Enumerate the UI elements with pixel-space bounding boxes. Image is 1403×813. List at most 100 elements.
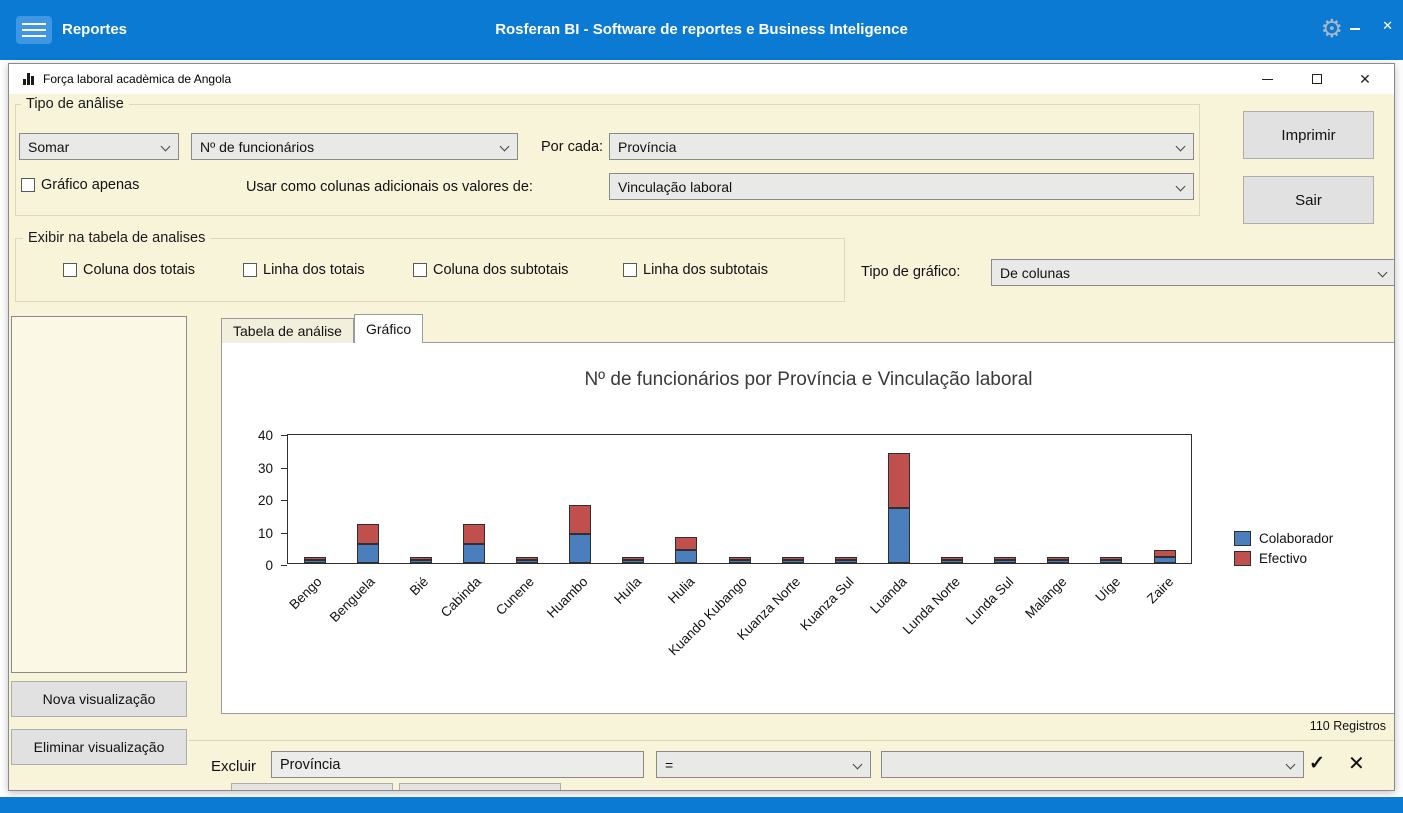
legend-label: Colaborador [1259,531,1334,546]
extra-columns-label: Usar como colunas adicionais os valores … [246,179,533,195]
chart-type-value: De colunas [1000,264,1071,281]
checkbox-input[interactable] [623,263,637,277]
y-axis: 0 10 20 30 40 [222,428,287,573]
checkbox-input[interactable] [413,263,427,277]
per-label: Por cada: [541,139,604,155]
extra-columns-select[interactable]: Vinculação laboral [609,173,1194,200]
delete-visualization-button[interactable]: Eliminar visualização [11,729,187,765]
x-label-slot: Kuanza Sul [797,566,872,686]
print-button[interactable]: Imprimir [1243,111,1374,159]
bar-segment-colaborador [941,559,964,563]
bar-group [1138,435,1191,563]
minimize-icon [1350,28,1360,30]
visualization-list[interactable] [11,316,187,673]
chevron-down-icon [1175,181,1186,192]
bar-group [447,435,500,563]
bar-segment-colaborador [303,559,326,563]
bar-segment-colaborador [462,543,485,563]
new-visualization-button[interactable]: Nova visualização [11,681,187,717]
checkbox-input[interactable] [63,263,77,277]
x-label-slot: Zaire [1139,566,1192,686]
filter-confirm-icon[interactable]: ✓ [1309,752,1325,775]
chevron-down-icon [499,141,510,152]
bar-segment-colaborador [834,559,857,563]
tab-strip: Tabela de análise Gráfico [221,314,424,343]
filter-field-input[interactable] [271,751,644,778]
checkbox-linha-totais[interactable]: Linha dos totais [243,262,365,278]
window-title: Força laboral acadèmica de Angola [43,72,232,86]
app-title: Rosferan BI - Software de reportes e Bus… [495,21,908,38]
tab-grafico[interactable]: Gráfico [353,314,424,343]
measure-select[interactable]: Nº de funcionários [191,133,518,160]
hamburger-icon [22,29,46,31]
chart-only-checkbox[interactable]: Gráfico apenas [21,177,139,193]
chart-only-checkbox-input[interactable] [21,178,35,192]
x-label-slot: Huíla [606,566,659,686]
x-axis-labels: Bengo Benguela Bié Cabinda Cunene Huambo Huíla… [286,566,1192,686]
x-label-slot: Benguela [327,566,393,686]
tab-tabela-de-analise[interactable]: Tabela de análise [221,318,354,343]
chart-type-select[interactable]: De colunas [991,259,1394,286]
x-axis-label: Bengo [286,574,325,613]
x-axis-label: Hulia [664,574,697,607]
legend-swatch [1234,551,1251,566]
bar-segment-efectivo [356,524,379,544]
x-axis-label: Cunene [493,574,538,619]
x-label-slot: Uíge [1086,566,1139,686]
bar-segment-efectivo [462,524,485,544]
app-close-button[interactable]: ✕ [1382,18,1393,34]
bar-group [607,435,660,563]
app-titlebar: Reportes Rosferan BI - Software de repor… [0,0,1403,60]
clipped-control [231,783,393,790]
checkbox-label: Coluna dos totais [83,262,196,278]
bar-group [394,435,447,563]
x-label-slot: Cunene [493,566,553,686]
bar-segment-efectivo [675,537,698,550]
chevron-down-icon [1285,759,1296,770]
bar-segment-colaborador [622,559,645,563]
bar-segment-colaborador [569,533,592,563]
bar-segment-efectivo [569,504,592,534]
hamburger-icon [22,35,46,37]
gear-icon[interactable]: ⚙ [1321,14,1343,44]
y-tick-label: 10 [257,525,273,541]
checkbox-coluna-totais[interactable]: Coluna dos totais [63,262,195,278]
operation-value: Somar [28,138,70,155]
y-tick-label: 30 [257,460,273,476]
window-close-button[interactable]: ✕ [1344,64,1386,94]
filter-cancel-icon[interactable]: ✕ [1348,751,1365,776]
filter-operator-select[interactable]: = [656,751,871,778]
checkbox-input[interactable] [243,263,257,277]
bar-segment-efectivo [887,452,910,508]
window-titlebar: Força laboral acadèmica de Angola ✕ [9,64,1394,94]
bar-group [819,435,872,563]
window-maximize-button[interactable] [1296,64,1338,94]
table-options-group-title: Exibir na tabela de analises [23,230,211,246]
chevron-down-icon [1175,141,1186,152]
legend-label: Efectivo [1259,551,1308,566]
exit-button[interactable]: Sair [1243,176,1374,224]
x-axis-label: Luanda [867,574,910,617]
x-label-slot: Bengo [286,566,340,686]
per-value: Província [618,138,677,155]
bar-segment-colaborador [728,559,751,563]
hamburger-menu-button[interactable] [16,16,52,44]
checkbox-linha-subtotais[interactable]: Linha dos subtotais [623,262,768,278]
report-window: Força laboral acadèmica de Angola ✕ Tipo… [8,63,1395,791]
per-select[interactable]: Província [609,133,1194,160]
hamburger-icon [22,23,46,25]
x-axis-label: Zaire [1143,574,1176,607]
bar-group [1085,435,1138,563]
bar-segment-colaborador [409,559,432,563]
bar-segment-colaborador [1047,559,1070,563]
x-label-slot: Malange [1022,566,1085,686]
window-minimize-button[interactable] [1246,64,1288,94]
app-minimize-button[interactable] [1350,20,1366,36]
chart-title: Nº de funcionários por Província e Vincu… [584,369,1033,390]
filter-label: Excluir [211,758,257,775]
checkbox-coluna-subtotais[interactable]: Coluna dos subtotais [413,262,568,278]
operation-select[interactable]: Somar [19,133,179,160]
checkbox-label: Linha dos subtotais [643,262,768,278]
bar-segment-colaborador [516,559,539,563]
filter-value-select[interactable] [881,751,1304,778]
